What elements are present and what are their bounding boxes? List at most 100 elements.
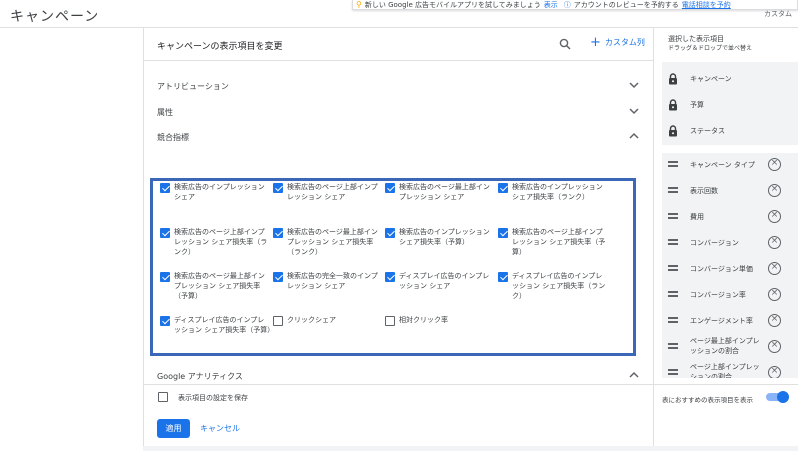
locked-item-label: 予算 [690,101,704,109]
custom-column-button[interactable]: + カスタム列 [590,34,645,50]
notification-link-2[interactable]: 電話相談を予約 [682,0,731,9]
selected-item[interactable]: エンゲージメント率 × [654,309,798,335]
remove-icon[interactable]: × [768,314,781,327]
drag-handle-icon[interactable] [668,369,678,375]
selected-item-label: 費用 [690,213,704,221]
selected-item[interactable]: 表示回数 × [654,179,798,205]
option-checkbox[interactable] [273,272,283,282]
selected-item[interactable]: コンバージョン × [654,231,798,257]
info-icon: ⓘ [563,0,571,9]
selected-footer: 表におすすめの表示項目を表示 [654,384,798,446]
selected-item[interactable]: ページ上部インプレッションの割合 × [654,361,798,378]
column-editor-panel: キャンペーンの表示項目を変更 + カスタム列 アトリビューション 属性 競合指標… [143,28,657,446]
cancel-button[interactable]: キャンセル [200,423,240,434]
selected-items-list[interactable]: キャンペーン タイプ × 表示回数 × 費用 × コンバージョン × コンバージョン単価 × コンバ… [654,153,798,378]
search-icon[interactable] [559,38,571,50]
option-checkbox[interactable] [160,183,170,193]
panel-header: キャンペーンの表示項目を変更 + カスタム列 [144,28,653,61]
section-attribution[interactable]: アトリビューション [144,73,654,99]
apply-button[interactable]: 適用 [157,419,190,438]
section-label: 競合指標 [157,133,189,142]
save-settings-checkbox[interactable] [158,392,168,402]
option-checkbox[interactable] [273,183,283,193]
option-label: 検索広告のページ最上部インプレッション シェア損失率（予算） [174,272,265,300]
option-label: 相対クリック率 [399,316,448,324]
option-label: 検索広告の完全一致のインプレッション シェア [287,272,378,290]
option-label: 検索広告のインプレッション シェア損失率（予算） [399,228,490,246]
selected-item-label: コンバージョン率 [690,291,746,299]
drag-handle-icon[interactable] [668,265,678,271]
option-checkbox[interactable] [498,272,508,282]
option-checkbox[interactable] [498,183,508,193]
option-label: ディスプレイ広告のインプレッション シェア損失率（ランク） [512,272,606,300]
lock-icon [669,73,677,85]
remove-icon[interactable]: × [768,210,781,223]
remove-icon[interactable]: × [768,366,781,378]
selected-item-label: 表示回数 [690,187,718,195]
option-label: 検索広告のページ上部インプレッション シェア [287,183,378,201]
drag-handle-icon[interactable] [668,317,678,323]
drag-handle-icon[interactable] [668,187,678,193]
lightbulb-icon: ⚲ [356,0,362,9]
save-settings-label: 表示項目の設定を保存 [178,394,248,402]
option-label: ディスプレイ広告のインプレッション シェア損失率（予算） [174,316,275,334]
remove-icon[interactable]: × [768,236,781,249]
locked-item: キャンペーン [654,67,798,93]
drag-handle-icon[interactable] [668,161,678,167]
locked-item-label: ステータス [690,127,725,135]
option-checkbox[interactable] [385,183,395,193]
option-checkbox[interactable] [385,316,395,326]
option-checkbox[interactable] [273,228,283,238]
notification-bar: ⚲ 新しい Google 広告モバイルアプリを試してみましょう 表示 ⓘ アカウ… [352,0,798,10]
lock-icon [669,99,677,111]
plus-icon: + [590,34,601,50]
section-competitive[interactable]: 競合指標 [144,124,654,150]
selected-item-label: ページ上部インプレッションの割合 [690,363,760,378]
option-checkbox[interactable] [160,316,170,326]
option-checkbox[interactable] [498,228,508,238]
recommended-label: 表におすすめの表示項目を表示 [662,396,753,404]
option-checkbox[interactable] [273,316,283,326]
custom-label[interactable]: カスタム [764,9,792,19]
locked-item-label: キャンペーン [690,75,732,83]
drag-handle-icon[interactable] [668,239,678,245]
notification-text: 新しい Google 広告モバイルアプリを試してみましょう [364,0,541,9]
chevron-up-icon[interactable] [628,130,640,142]
drag-handle-icon[interactable] [668,291,678,297]
lock-icon [669,125,677,137]
page-title: キャンペーン [10,9,100,25]
option-checkbox[interactable] [160,228,170,238]
panel-footer: 表示項目の設定を保存 適用 キャンセル [144,384,654,446]
drag-handle-icon[interactable] [668,343,678,349]
chevron-down-icon[interactable] [628,79,640,91]
chevron-up-icon[interactable] [628,369,640,381]
column-list[interactable]: アトリビューション 属性 競合指標 検索広告のインプレッション シェア 検索広告の… [144,62,654,407]
notification-text-2: アカウントのレビューを予約する [573,0,679,9]
remove-icon[interactable]: × [768,184,781,197]
drag-handle-icon[interactable] [668,213,678,219]
locked-item: 予算 [654,93,798,119]
selected-item[interactable]: ページ最上部インプレッションの割合 × [654,335,798,361]
selected-item[interactable]: 費用 × [654,205,798,231]
option-checkbox[interactable] [385,272,395,282]
option-label: ディスプレイ広告のインプレッション シェア [399,272,490,290]
toggle-knob [777,391,789,403]
selected-item[interactable]: キャンペーン タイプ × [654,153,798,179]
remove-icon[interactable]: × [768,262,781,275]
locked-item: ステータス [654,119,798,145]
section-attributes[interactable]: 属性 [144,99,654,125]
selected-item[interactable]: コンバージョン単価 × [654,257,798,283]
selected-columns-panel: 選択した表示項目 ドラッグ＆ドロップで並べ替え キャンペーン 予算 ステータス キャ… [653,28,798,446]
remove-icon[interactable]: × [768,340,781,353]
option-checkbox[interactable] [160,272,170,282]
selected-subtitle: ドラッグ＆ドロップで並べ替え [668,45,753,52]
option-checkbox[interactable] [385,228,395,238]
selected-item[interactable]: コンバージョン率 × [654,283,798,309]
notification-link[interactable]: 表示 [544,0,558,9]
remove-icon[interactable]: × [768,288,781,301]
remove-icon[interactable]: × [768,158,781,171]
selected-item-label: ページ最上部インプレッションの割合 [690,337,760,355]
chevron-down-icon[interactable] [628,105,640,117]
section-label: 属性 [157,108,173,117]
recommended-toggle[interactable] [766,391,789,403]
